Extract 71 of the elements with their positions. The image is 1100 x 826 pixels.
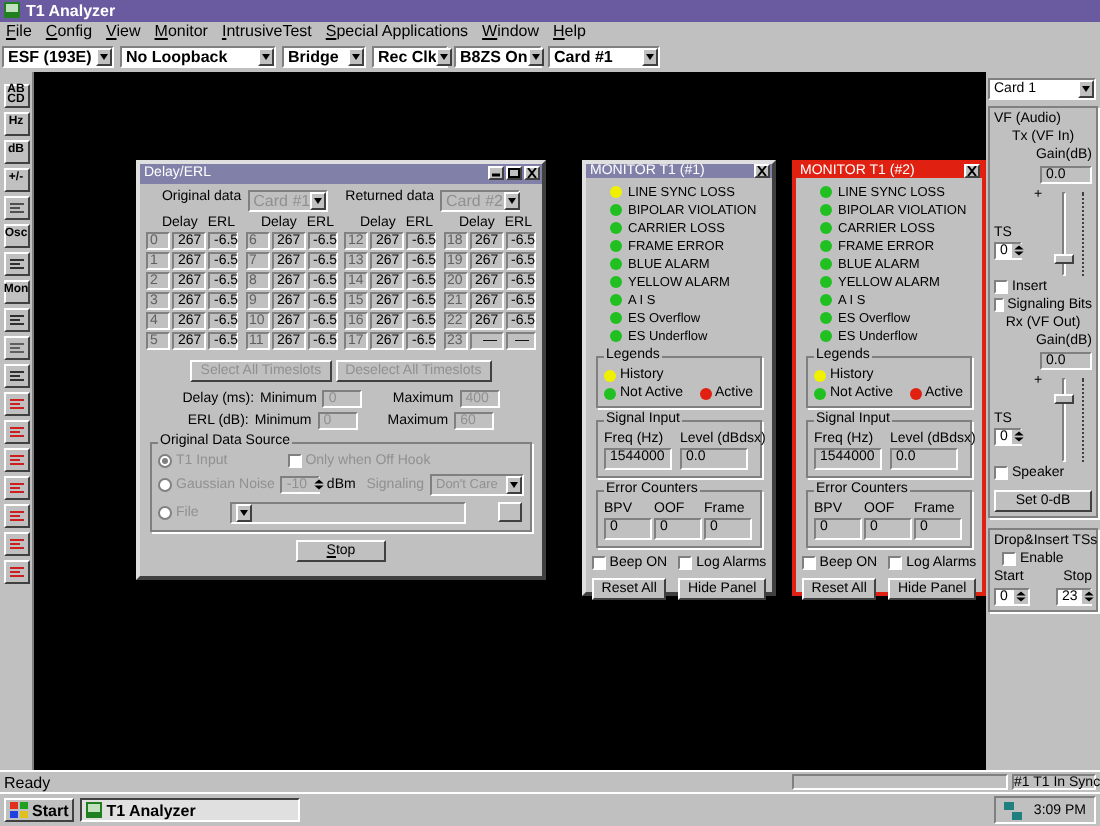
start-button[interactable]: Start — [4, 798, 75, 823]
toolbar-dropdown[interactable]: Rec Clk — [372, 45, 448, 68]
taskbar-item[interactable]: T1 Analyzer — [80, 798, 301, 823]
checkbox[interactable] — [591, 556, 606, 571]
toolbar-dropdown[interactable]: B8ZS On — [454, 45, 542, 68]
close-icon — [526, 168, 538, 179]
close-icon — [966, 165, 978, 176]
toolbar-dropdown[interactable]: ESF (193E) — [2, 45, 114, 68]
radio-button[interactable] — [158, 505, 172, 520]
checkbox[interactable] — [801, 556, 816, 571]
spin-up-icon[interactable] — [1011, 243, 1026, 251]
spin-up-icon[interactable] — [1011, 429, 1026, 437]
close-icon — [756, 165, 768, 176]
close-button[interactable] — [524, 166, 540, 181]
checkbox[interactable] — [994, 465, 1008, 480]
caret-icon — [310, 191, 327, 210]
menu-item[interactable]: Special Applications — [325, 21, 469, 42]
network-icon[interactable] — [1003, 801, 1022, 820]
checkbox[interactable] — [994, 279, 1008, 294]
caret-icon — [1078, 79, 1094, 98]
menu-item[interactable]: Config — [45, 21, 93, 42]
maximize-button[interactable] — [506, 166, 522, 181]
app-icon — [4, 2, 20, 19]
menu-item[interactable]: Help — [553, 21, 586, 42]
checkbox[interactable] — [678, 556, 693, 571]
file-dropdown[interactable] — [230, 501, 467, 524]
caret-icon — [96, 47, 112, 66]
windows-logo-icon — [10, 802, 28, 819]
status-text: Ready — [4, 773, 53, 792]
maximize-icon — [508, 168, 520, 179]
menu-item[interactable]: Window — [482, 21, 540, 42]
toolbar-dropdown[interactable]: Card #1 — [548, 45, 660, 68]
checkbox[interactable] — [1002, 551, 1016, 566]
menu-item[interactable]: Monitor — [154, 21, 208, 42]
minimize-button[interactable] — [488, 166, 504, 181]
caret-icon — [506, 475, 522, 494]
toolbar-dropdown[interactable]: No Loopback — [120, 45, 276, 68]
minimize-icon — [490, 168, 502, 179]
toolbar-dropdown[interactable]: Bridge — [282, 45, 366, 68]
app-title: T1 Analyzer — [26, 1, 116, 20]
checkbox[interactable] — [994, 297, 1004, 312]
spin-up-icon[interactable] — [1081, 589, 1096, 597]
close-button[interactable] — [754, 163, 770, 178]
menu-item[interactable]: IntrusiveTest — [221, 21, 312, 42]
menu-item[interactable]: File — [6, 21, 32, 42]
caret-icon — [527, 47, 544, 66]
caret-icon — [642, 47, 658, 66]
close-button[interactable] — [964, 163, 980, 178]
caret-icon — [503, 191, 519, 210]
caret-icon — [258, 47, 274, 66]
radio-button[interactable] — [158, 453, 172, 468]
spin-down-icon[interactable] — [1011, 250, 1026, 258]
spin-up-icon[interactable] — [311, 477, 326, 485]
gain-slider[interactable] — [1054, 377, 1074, 462]
caret-icon — [436, 47, 453, 66]
spin-down-icon[interactable] — [1081, 596, 1096, 604]
caret-icon — [348, 47, 364, 66]
gain-slider[interactable] — [1054, 191, 1074, 276]
caret-icon — [236, 503, 253, 522]
radio-button[interactable] — [158, 477, 172, 492]
menu-item[interactable]: View — [106, 21, 141, 42]
spin-up-icon[interactable] — [1014, 589, 1028, 597]
slider-thumb[interactable] — [1054, 254, 1074, 265]
checkbox[interactable] — [888, 556, 903, 571]
spin-down-icon[interactable] — [1014, 596, 1028, 604]
checkbox[interactable] — [287, 453, 302, 468]
spin-down-icon[interactable] — [311, 484, 326, 492]
spin-down-icon[interactable] — [1011, 436, 1026, 444]
app-icon — [86, 802, 103, 819]
slider-thumb[interactable] — [1054, 394, 1074, 405]
browse-button[interactable] — [498, 502, 523, 523]
